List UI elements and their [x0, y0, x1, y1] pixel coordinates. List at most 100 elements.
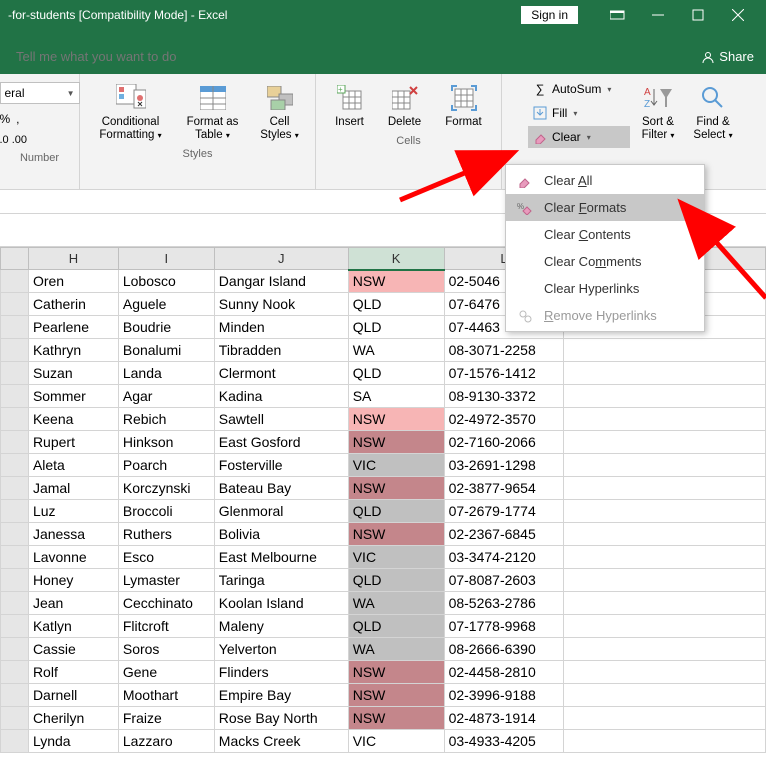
cell-styles-button[interactable]: CellStyles ▾ [252, 78, 308, 146]
cell[interactable]: NSW [348, 431, 444, 454]
cell[interactable] [564, 362, 766, 385]
cell[interactable]: Janessa [28, 523, 118, 546]
cell[interactable] [564, 707, 766, 730]
cell[interactable]: NSW [348, 523, 444, 546]
close-button[interactable] [718, 0, 758, 30]
cell[interactable]: Fraize [118, 707, 214, 730]
cell[interactable]: QLD [348, 500, 444, 523]
row-header[interactable] [1, 270, 29, 293]
row-header[interactable] [1, 684, 29, 707]
cell[interactable]: Flitcroft [118, 615, 214, 638]
clear-all-item[interactable]: Clear All [506, 167, 704, 194]
row-header[interactable] [1, 638, 29, 661]
row-header[interactable] [1, 362, 29, 385]
cell[interactable]: Agar [118, 385, 214, 408]
cell[interactable]: NSW [348, 661, 444, 684]
cell[interactable]: Bonalumi [118, 339, 214, 362]
cell[interactable]: Kathryn [28, 339, 118, 362]
cell[interactable] [564, 431, 766, 454]
cell[interactable]: Honey [28, 569, 118, 592]
cell[interactable] [564, 546, 766, 569]
cell[interactable]: 08-3071-2258 [444, 339, 564, 362]
row-header[interactable] [1, 569, 29, 592]
cell[interactable]: Fosterville [214, 454, 348, 477]
cell[interactable]: Minden [214, 316, 348, 339]
row-header[interactable] [1, 707, 29, 730]
cell[interactable]: 08-5263-2786 [444, 592, 564, 615]
cell[interactable] [564, 638, 766, 661]
cell[interactable]: Darnell [28, 684, 118, 707]
cell[interactable] [564, 615, 766, 638]
row-header[interactable] [1, 523, 29, 546]
row-header[interactable] [1, 293, 29, 316]
row-header[interactable] [1, 592, 29, 615]
cell[interactable]: Rose Bay North [214, 707, 348, 730]
cell[interactable]: 08-9130-3372 [444, 385, 564, 408]
cell[interactable]: NSW [348, 477, 444, 500]
cell[interactable]: Dangar Island [214, 270, 348, 293]
cell[interactable]: Gene [118, 661, 214, 684]
col-header-I[interactable]: I [118, 248, 214, 270]
cell[interactable]: VIC [348, 454, 444, 477]
cell[interactable]: NSW [348, 684, 444, 707]
clear-button[interactable]: Clear ▾ [528, 126, 630, 148]
signin-button[interactable]: Sign in [521, 6, 578, 24]
cell[interactable]: 07-1576-1412 [444, 362, 564, 385]
cell[interactable]: NSW [348, 408, 444, 431]
cell[interactable] [564, 523, 766, 546]
cell[interactable]: Sommer [28, 385, 118, 408]
cell[interactable]: NSW [348, 707, 444, 730]
cell[interactable]: Taringa [214, 569, 348, 592]
cell[interactable] [564, 454, 766, 477]
cell[interactable]: QLD [348, 569, 444, 592]
cell[interactable]: 02-4972-3570 [444, 408, 564, 431]
cell[interactable]: SA [348, 385, 444, 408]
cell[interactable]: Jamal [28, 477, 118, 500]
cell[interactable]: 03-2691-1298 [444, 454, 564, 477]
cell[interactable] [564, 730, 766, 753]
cell[interactable]: Empire Bay [214, 684, 348, 707]
cell[interactable]: Maleny [214, 615, 348, 638]
row-header[interactable] [1, 477, 29, 500]
conditional-formatting-button[interactable]: ConditionalFormatting ▾ [88, 78, 174, 146]
cell[interactable]: 02-7160-2066 [444, 431, 564, 454]
cell[interactable]: Landa [118, 362, 214, 385]
cell[interactable]: Lymaster [118, 569, 214, 592]
cell[interactable]: Macks Creek [214, 730, 348, 753]
cell[interactable]: Lavonne [28, 546, 118, 569]
cell[interactable]: 07-2679-1774 [444, 500, 564, 523]
cell[interactable]: Rolf [28, 661, 118, 684]
row-header[interactable] [1, 661, 29, 684]
cell[interactable]: Rebich [118, 408, 214, 431]
cell[interactable]: Cecchinato [118, 592, 214, 615]
cell[interactable]: Tibradden [214, 339, 348, 362]
cell[interactable]: 02-3877-9654 [444, 477, 564, 500]
selectall-corner[interactable] [1, 248, 29, 270]
cell[interactable]: 07-1778-9968 [444, 615, 564, 638]
cell[interactable]: VIC [348, 730, 444, 753]
row-header[interactable] [1, 546, 29, 569]
cell[interactable]: Bolivia [214, 523, 348, 546]
cell[interactable]: Rupert [28, 431, 118, 454]
row-header[interactable] [1, 316, 29, 339]
cell[interactable]: Koolan Island [214, 592, 348, 615]
cell[interactable]: Keena [28, 408, 118, 431]
cell[interactable]: QLD [348, 293, 444, 316]
cell[interactable] [564, 684, 766, 707]
cell[interactable]: 03-3474-2120 [444, 546, 564, 569]
row-header[interactable] [1, 408, 29, 431]
tellme-input[interactable] [10, 39, 270, 74]
cell[interactable]: Catherin [28, 293, 118, 316]
cell[interactable] [564, 408, 766, 431]
find-select-button[interactable]: Find &Select ▾ [686, 78, 740, 146]
cell[interactable] [564, 339, 766, 362]
cell[interactable]: QLD [348, 362, 444, 385]
cell[interactable]: 02-4873-1914 [444, 707, 564, 730]
cell[interactable]: NSW [348, 270, 444, 293]
cell[interactable]: WA [348, 592, 444, 615]
cell[interactable]: Cassie [28, 638, 118, 661]
cell[interactable]: Jean [28, 592, 118, 615]
comma-button[interactable]: , [16, 108, 19, 130]
cell[interactable] [564, 477, 766, 500]
row-header[interactable] [1, 454, 29, 477]
